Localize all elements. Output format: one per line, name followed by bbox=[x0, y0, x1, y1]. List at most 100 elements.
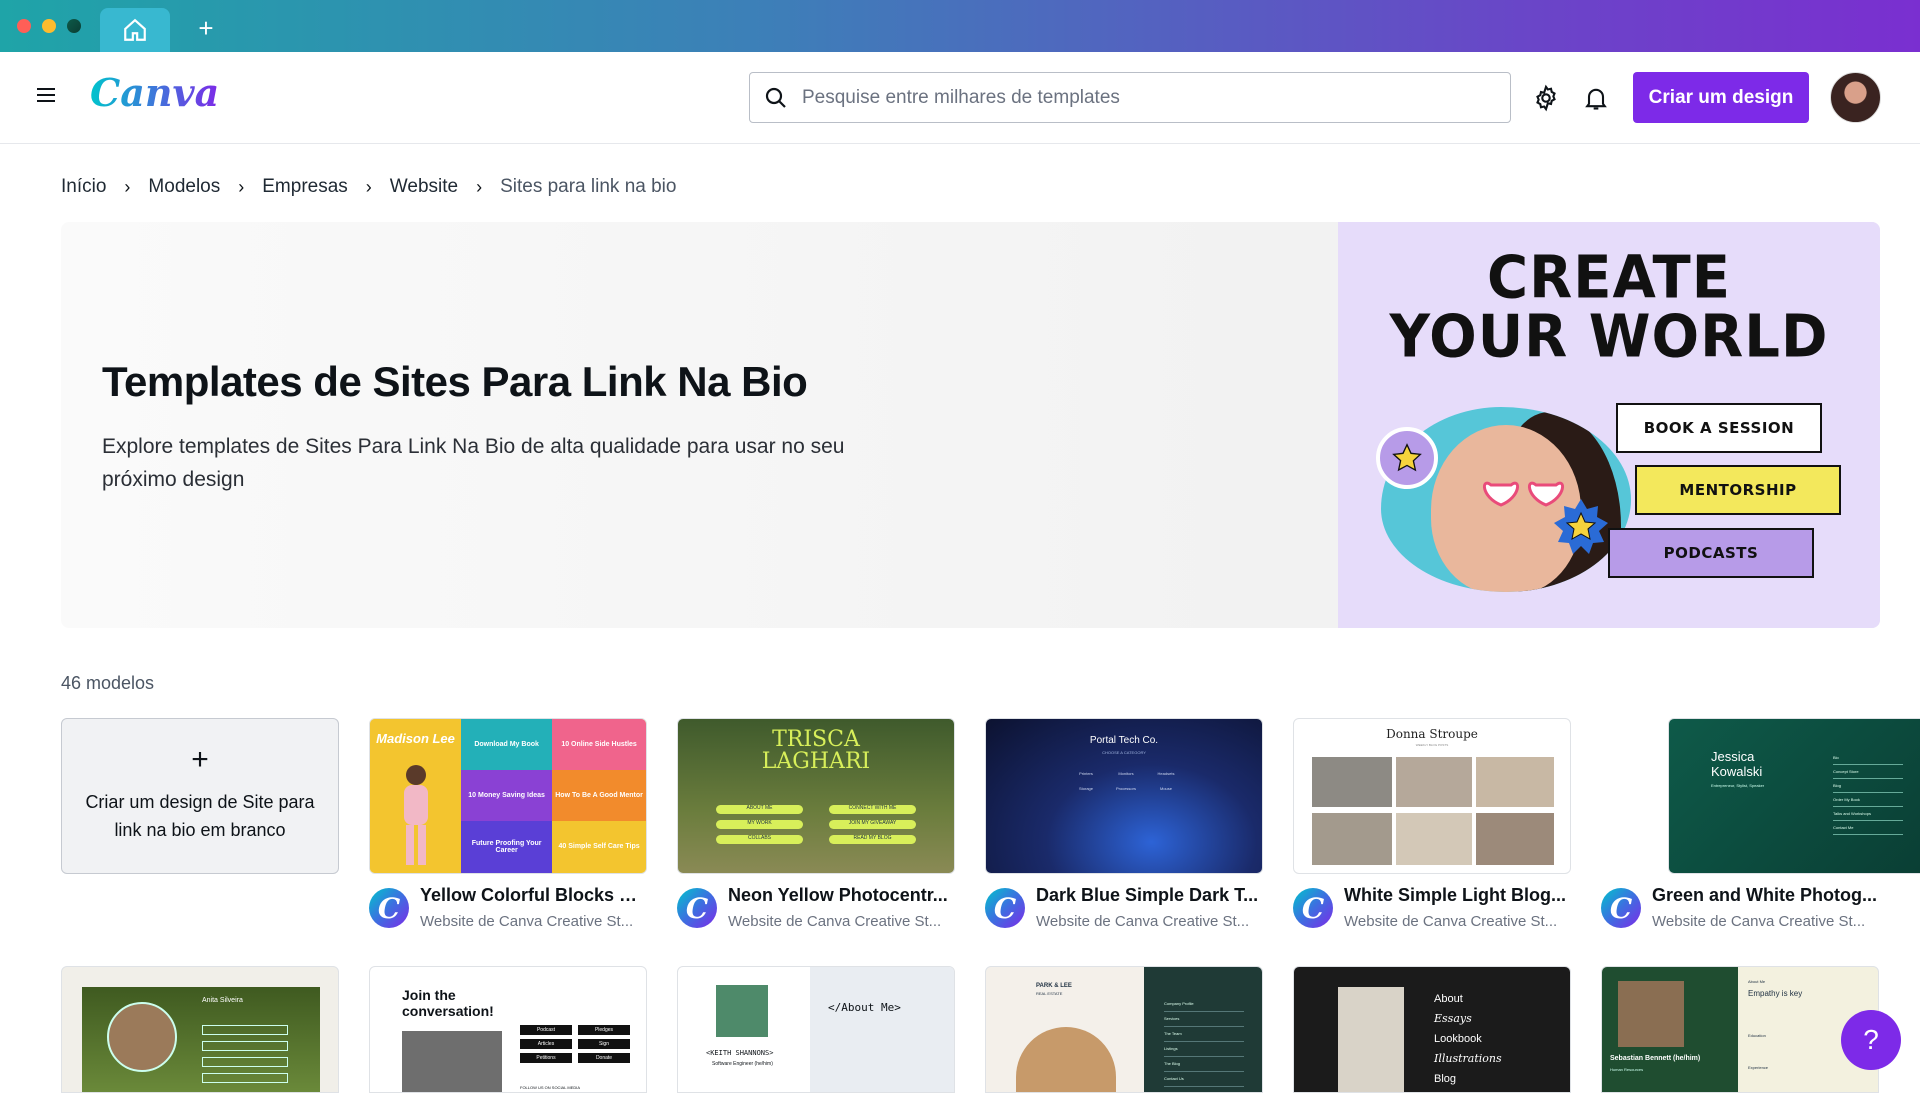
canva-logo[interactable]: Canva bbox=[90, 70, 219, 115]
template-title[interactable]: Neon Yellow Photocentr... bbox=[728, 885, 955, 906]
template-card[interactable]: Madison Lee Download My Book 10 Online S… bbox=[369, 718, 647, 946]
hero-banner: Templates de Sites Para Link Na Bio Expl… bbox=[61, 222, 1880, 628]
bell-icon bbox=[1585, 88, 1607, 110]
notifications-button[interactable] bbox=[1580, 82, 1612, 114]
minimize-window-button[interactable] bbox=[42, 19, 56, 33]
template-title[interactable]: Yellow Colorful Blocks B... bbox=[420, 885, 647, 906]
top-header: Canva Criar um design bbox=[0, 52, 1920, 144]
template-card[interactable]: TRISCA LAGHARI ABOUT ME CONNECT WITH ME … bbox=[677, 718, 955, 946]
thumb-text: 10 Money Saving Ideas bbox=[461, 769, 553, 821]
art-mentorship: MENTORSHIP bbox=[1635, 465, 1841, 515]
thumb-text: Order My Book bbox=[1833, 793, 1903, 807]
thumb-text: Education bbox=[1748, 1033, 1766, 1038]
template-subtitle: Website de Canva Creative St... bbox=[1652, 913, 1866, 930]
page-description: Explore templates de Sites Para Link Na … bbox=[102, 435, 845, 491]
template-thumbnail[interactable]: Anita Silveira bbox=[61, 966, 339, 1093]
star-icon bbox=[1554, 499, 1608, 554]
thumb-text: About Me bbox=[1748, 979, 1766, 984]
template-card[interactable]: PARK & LEE REAL ESTATE Company Profile S… bbox=[985, 966, 1263, 1093]
hero-art-title: CREATE YOUR WORLD bbox=[1338, 249, 1880, 367]
template-title[interactable]: White Simple Light Blog... bbox=[1344, 885, 1571, 906]
template-card[interactable]: Join the conversation! Podcast Pledges A… bbox=[369, 966, 647, 1093]
template-card[interactable]: Anita Silveira bbox=[61, 966, 339, 1093]
thumb-text: Portal Tech Co. bbox=[1089, 735, 1159, 746]
template-card[interactable]: Jessica Kowalski Entrepreneur, Stylist, … bbox=[1601, 718, 1920, 946]
template-count: 46 modelos bbox=[61, 673, 155, 693]
zoom-window-button[interactable] bbox=[67, 19, 81, 33]
thumb-text: JOIN MY GIVEAWAY bbox=[829, 820, 916, 829]
thumb-text: FOLLOW US ON SOCIAL MEDIA bbox=[520, 1085, 581, 1090]
thumb-text: Future Proofing Your Career bbox=[461, 820, 553, 873]
template-card[interactable]: </About Me> <KEITH SHANNONS> Software En… bbox=[677, 966, 955, 1093]
art-title-line2: YOUR WORLD bbox=[1389, 302, 1829, 371]
template-card[interactable]: Portal Tech Co. CHOOSE A CATEGORY Printe… bbox=[985, 718, 1263, 946]
thumb-text: Experience bbox=[1748, 1065, 1769, 1070]
thumb-text: Printers bbox=[1079, 771, 1093, 776]
close-window-button[interactable] bbox=[17, 19, 31, 33]
template-subtitle: Website de Canva Creative St... bbox=[1344, 913, 1558, 930]
thumb-text: Sign bbox=[578, 1039, 630, 1049]
canva-creator-icon: C bbox=[985, 888, 1025, 928]
blank-design-label: Criar um design de Site para link na bio… bbox=[85, 792, 315, 840]
thumb-text: MY WORK bbox=[716, 820, 803, 829]
thumb-text: Podcast bbox=[520, 1025, 572, 1035]
template-thumbnail[interactable]: Join the conversation! Podcast Pledges A… bbox=[369, 966, 647, 1093]
template-thumbnail[interactable]: TRISCA LAGHARI ABOUT ME CONNECT WITH ME … bbox=[677, 718, 955, 874]
new-tab-button[interactable]: + bbox=[190, 12, 222, 44]
breadcrumb-inicio[interactable]: Início bbox=[61, 176, 106, 198]
thumb-text: Storage bbox=[1078, 786, 1093, 791]
menu-icon[interactable] bbox=[34, 84, 58, 108]
template-title[interactable]: Dark Blue Simple Dark T... bbox=[1036, 885, 1263, 906]
thumb-text: CHOOSE A CATEGORY bbox=[1102, 750, 1146, 755]
thumb-text: READ MY BLOG bbox=[829, 835, 916, 844]
blank-design-thumbnail[interactable]: + Criar um design de Site para link na b… bbox=[61, 718, 339, 874]
search-input[interactable] bbox=[802, 86, 1482, 109]
template-card[interactable]: Donna Stroupe WEEKLY BLOG POSTS C White … bbox=[1293, 718, 1571, 946]
thumb-text: Madison Lee bbox=[376, 730, 455, 746]
canva-creator-icon: C bbox=[1601, 888, 1641, 928]
template-thumbnail[interactable]: Sebastian Bennett (he/him) Human Resourc… bbox=[1601, 966, 1879, 1093]
template-thumbnail[interactable]: PARK & LEE REAL ESTATE Company Profile S… bbox=[985, 966, 1263, 1093]
template-card[interactable]: About Essays Lookbook Illustrations Blog bbox=[1293, 966, 1571, 1093]
template-thumbnail[interactable]: Madison Lee Download My Book 10 Online S… bbox=[369, 718, 647, 874]
template-subtitle: Website de Canva Creative St... bbox=[420, 913, 634, 930]
create-design-button[interactable]: Criar um design bbox=[1633, 72, 1809, 123]
canva-creator-icon: C bbox=[1293, 888, 1333, 928]
home-tab[interactable] bbox=[100, 8, 170, 52]
thumb-text: Processors bbox=[1115, 786, 1136, 791]
template-title[interactable]: Green and White Photog... bbox=[1652, 885, 1879, 906]
breadcrumb-website[interactable]: Website bbox=[390, 176, 458, 198]
template-card[interactable]: Sebastian Bennett (he/him) Human Resourc… bbox=[1601, 966, 1879, 1093]
template-thumbnail[interactable]: Donna Stroupe WEEKLY BLOG POSTS bbox=[1293, 718, 1571, 874]
plus-icon: + bbox=[191, 743, 209, 776]
breadcrumb-modelos[interactable]: Modelos bbox=[148, 176, 220, 198]
thumb-text: Donna Stroupe bbox=[1386, 727, 1478, 741]
template-thumbnail[interactable]: About Essays Lookbook Illustrations Blog bbox=[1293, 966, 1571, 1093]
breadcrumb-empresas[interactable]: Empresas bbox=[262, 176, 348, 198]
thumb-text: Blog bbox=[1833, 779, 1903, 793]
thumb-text: Empathy is key bbox=[1748, 989, 1803, 998]
thumb-text: Anita Silveira bbox=[202, 997, 243, 1004]
thumb-text: Kowalski bbox=[1711, 764, 1763, 779]
template-thumbnail[interactable]: Jessica Kowalski Entrepreneur, Stylist, … bbox=[1668, 718, 1920, 874]
avatar[interactable] bbox=[1830, 72, 1881, 123]
thumb-text: Talks and Workshops bbox=[1833, 807, 1903, 821]
settings-button[interactable] bbox=[1530, 82, 1562, 114]
thumb-text: 40 Simple Self Care Tips bbox=[552, 820, 646, 873]
thumb-text: Headsets bbox=[1157, 771, 1175, 776]
art-book-session: BOOK A SESSION bbox=[1616, 403, 1822, 453]
template-thumbnail[interactable]: Portal Tech Co. CHOOSE A CATEGORY Printe… bbox=[985, 718, 1263, 874]
canva-creator-icon: C bbox=[369, 888, 409, 928]
blank-design-card[interactable]: + Criar um design de Site para link na b… bbox=[61, 718, 339, 874]
art-podcasts: PODCASTS bbox=[1608, 528, 1814, 578]
search-bar[interactable] bbox=[749, 72, 1511, 123]
thumb-text: Contact Us bbox=[1164, 1072, 1244, 1087]
thumb-text: Lookbook bbox=[1434, 1033, 1482, 1045]
template-thumbnail[interactable]: </About Me> <KEITH SHANNONS> Software En… bbox=[677, 966, 955, 1093]
thumb-text: Articles bbox=[520, 1039, 572, 1049]
thumb-text: WEEKLY BLOG POSTS bbox=[1415, 743, 1449, 747]
thumb-text: REAL ESTATE bbox=[1036, 991, 1063, 996]
home-icon bbox=[124, 18, 146, 41]
help-button[interactable]: ? bbox=[1841, 1010, 1901, 1070]
chevron-right-icon: › bbox=[124, 176, 131, 197]
